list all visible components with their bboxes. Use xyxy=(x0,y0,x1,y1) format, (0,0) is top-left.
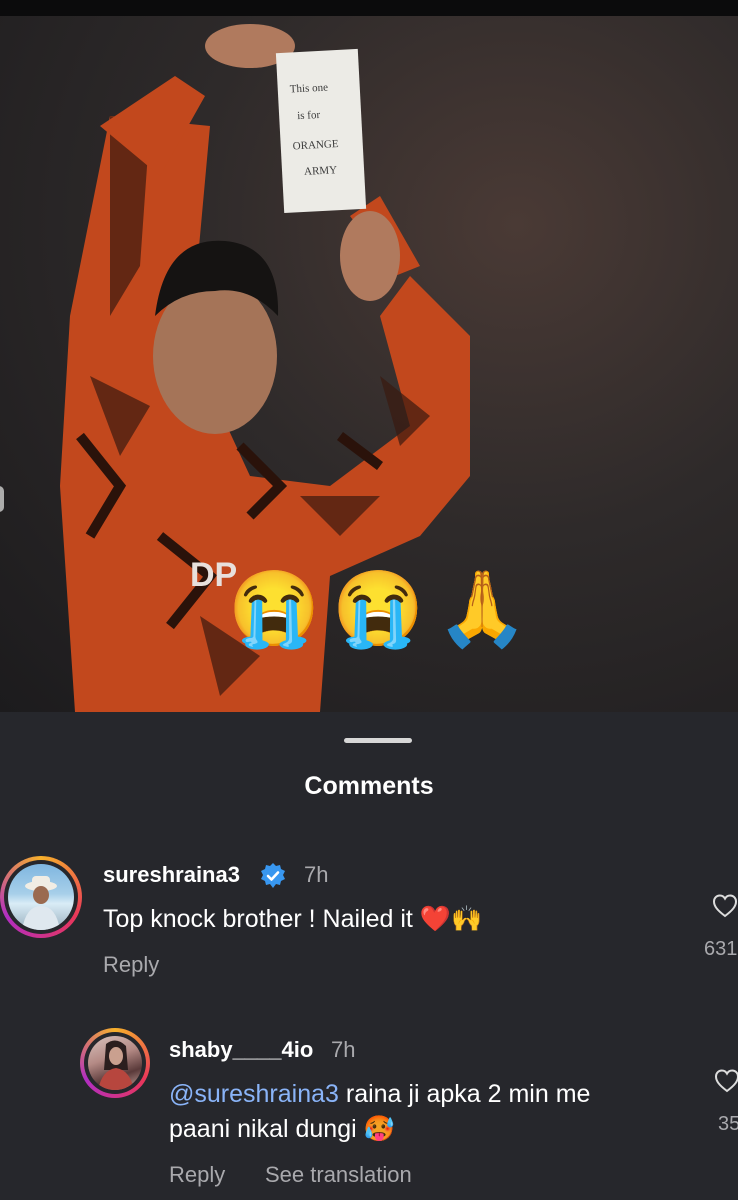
comment-username[interactable]: sureshraina3 xyxy=(103,862,240,888)
like-count: 631 xyxy=(704,938,738,960)
sign-line-4: ARMY xyxy=(304,164,338,178)
commenter-avatar[interactable] xyxy=(80,1028,150,1098)
comment-username[interactable]: shaby____4io xyxy=(169,1037,313,1063)
like-heart-icon[interactable] xyxy=(714,1068,738,1094)
comment-text-line-1: raina ji apka 2 min me xyxy=(338,1080,591,1108)
sign-line-2: is for xyxy=(297,109,321,122)
like-count: 35 xyxy=(718,1113,738,1135)
crying-emoji-1: 😭 xyxy=(228,567,321,650)
comment-text: @sureshraina3 raina ji apka 2 min me xyxy=(169,1077,590,1111)
comment-time: 7h xyxy=(304,862,329,887)
avatar-photo xyxy=(98,1040,134,1090)
crying-emoji-2: 😭 xyxy=(332,567,425,650)
comment-text-line-2: paani nikal dungi 🥵 xyxy=(169,1115,395,1143)
comments-title: Comments xyxy=(304,772,434,800)
sign-line-1: This one xyxy=(289,82,328,96)
reply-button[interactable]: Reply xyxy=(169,1162,225,1188)
like-heart-icon[interactable] xyxy=(712,893,738,919)
carousel-edge-indicator xyxy=(0,486,4,512)
verified-badge-icon xyxy=(261,863,285,888)
top-bar xyxy=(0,0,738,16)
reply-button[interactable]: Reply xyxy=(103,952,159,978)
avatar-photo xyxy=(22,876,60,930)
comment-text: Top knock brother ! Nailed it ❤️🙌 xyxy=(103,905,483,933)
praying-hands-emoji: 🙏 xyxy=(436,567,529,650)
commenter-avatar[interactable] xyxy=(0,856,82,938)
sign-line-3: ORANGE xyxy=(292,138,339,152)
comment-mention-link[interactable]: @sureshraina3 xyxy=(169,1080,339,1108)
sheet-drag-handle[interactable] xyxy=(344,738,412,743)
emoji-overlay: 😭 😭 🙏 xyxy=(228,572,528,646)
comment-time: 7h xyxy=(331,1037,356,1062)
see-translation-button[interactable]: See translation xyxy=(265,1162,412,1188)
post-image[interactable]: This one is for ORANGE ARMY DP 😭 😭 🙏 xyxy=(0,16,738,712)
